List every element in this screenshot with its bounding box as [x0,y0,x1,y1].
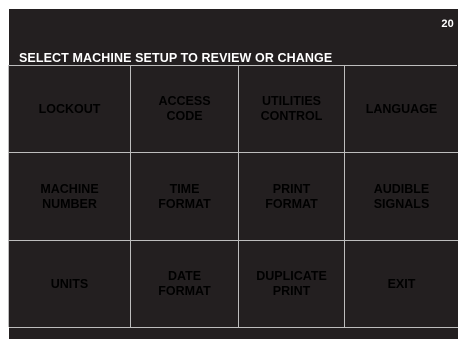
language-button[interactable]: LANGUAGE [345,66,458,153]
setup-menu-grid: LOCKOUT ACCESS CODE UTILITIES CONTROL LA… [8,65,458,328]
utilities-control-button[interactable]: UTILITIES CONTROL [239,66,345,153]
audible-signals-button[interactable]: AUDIBLE SIGNALS [345,153,458,241]
units-button[interactable]: UNITS [9,241,131,328]
lockout-button[interactable]: LOCKOUT [9,66,131,153]
access-code-button[interactable]: ACCESS CODE [131,66,239,153]
setup-prompt-text: SELECT MACHINE SETUP TO REVIEW OR CHANGE [19,51,333,65]
exit-button[interactable]: EXIT [345,241,458,328]
date-format-button[interactable]: DATE FORMAT [131,241,239,328]
screen-number: 20 [441,18,454,30]
time-format-button[interactable]: TIME FORMAT [131,153,239,241]
print-format-button[interactable]: PRINT FORMAT [239,153,345,241]
machine-number-button[interactable]: MACHINE NUMBER [9,153,131,241]
duplicate-print-button[interactable]: DUPLICATE PRINT [239,241,345,328]
